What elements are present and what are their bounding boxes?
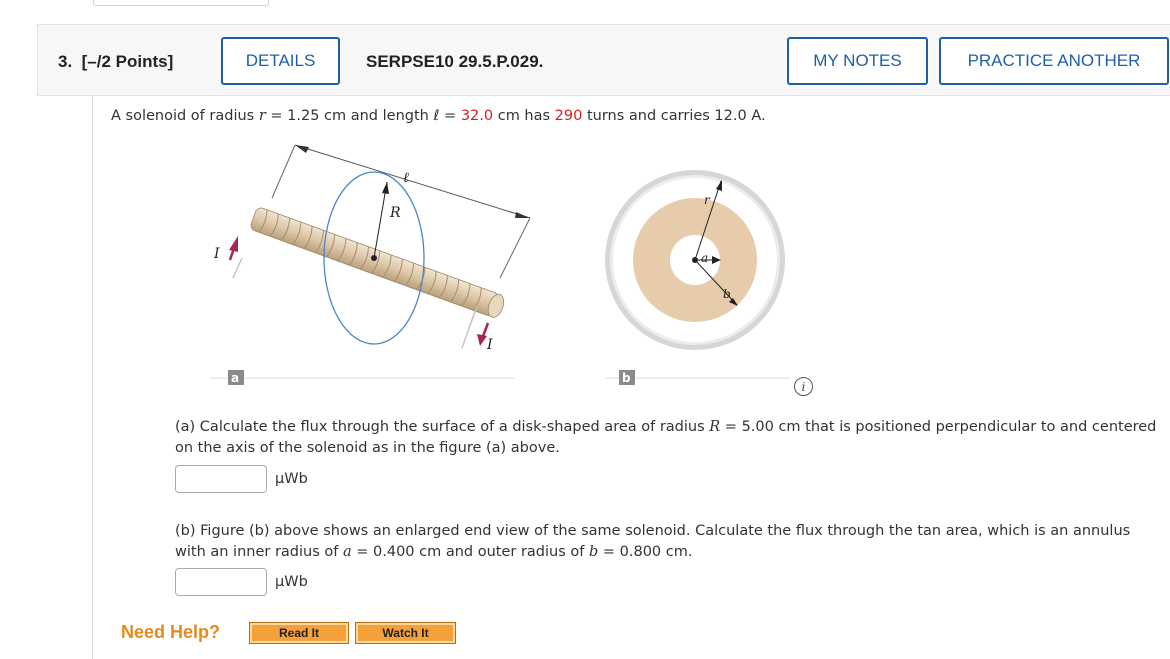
problem-id: SERPSE10 29.5.P.029. — [366, 52, 544, 71]
question-header: 3. [–/2 Points] DETAILS SERPSE10 29.5.P.… — [37, 24, 1170, 96]
part-a-answer-row: µWb — [175, 464, 308, 494]
part-b-answer-input[interactable] — [175, 568, 267, 596]
read-it-button[interactable]: Read It — [249, 622, 349, 644]
info-icon[interactable]: i — [794, 377, 813, 396]
turns-value: 290 — [554, 108, 583, 124]
part-a-answer-input[interactable] — [175, 465, 267, 493]
length-label: ℓ — [403, 170, 409, 186]
details-button[interactable]: DETAILS — [221, 37, 340, 85]
watch-it-button[interactable]: Watch It — [355, 622, 456, 644]
part-b-text: (b) Figure (b) above shows an enlarged e… — [175, 523, 1131, 560]
panel-a-label: a — [231, 371, 239, 385]
radius-label: R — [389, 205, 401, 221]
practice-another-button[interactable]: PRACTICE ANOTHER — [939, 37, 1169, 85]
b-label: b — [723, 287, 731, 301]
part-a-text: (a) Calculate the flux through the surfa… — [175, 419, 1157, 456]
a-label: a — [701, 251, 708, 265]
need-help-label: Need Help? — [121, 622, 221, 642]
figure-a-solenoid: ℓ R I I a — [210, 144, 531, 385]
current-label-right: I — [486, 337, 493, 353]
question-body-border — [92, 96, 93, 659]
panel-b-label: b — [622, 371, 631, 385]
length-value: 32.0 — [460, 108, 494, 124]
part-b-unit: µWb — [275, 574, 308, 590]
current-label-left: I — [213, 246, 220, 262]
part-b-answer-row: µWb — [175, 567, 308, 597]
question-number: 3. [–/2 Points] — [58, 52, 174, 71]
top-input-field[interactable] — [93, 0, 269, 6]
part-a-unit: µWb — [275, 471, 308, 487]
problem-statement: A solenoid of radius r = 1.25 cm and len… — [111, 108, 766, 124]
figure-b-end-view: a b r b — [605, 170, 790, 385]
my-notes-button[interactable]: MY NOTES — [787, 37, 928, 85]
